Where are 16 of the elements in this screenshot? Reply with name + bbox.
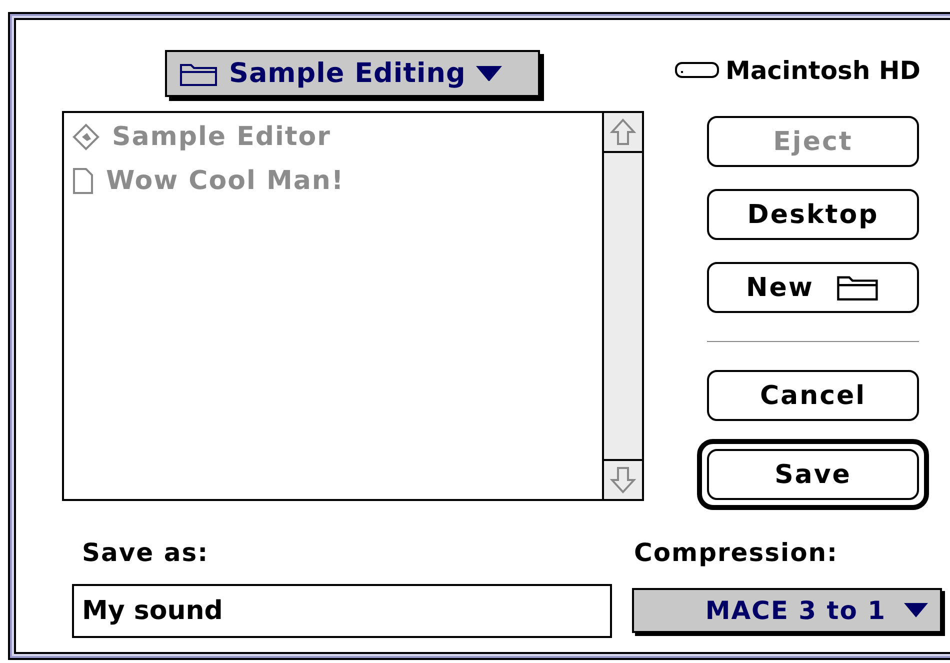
application-icon xyxy=(72,123,100,151)
dialog-button[interactable]: Save xyxy=(707,449,919,500)
dropdown-caret-icon xyxy=(904,603,928,618)
save-as-label: Save as: xyxy=(81,538,210,569)
down-arrow-icon[interactable] xyxy=(610,466,636,494)
file-name-field[interactable]: My sound xyxy=(72,584,612,638)
disk-name: Macintosh HD xyxy=(725,56,921,84)
up-arrow-icon[interactable] xyxy=(610,118,636,146)
new-folder-button[interactable]: New xyxy=(707,262,919,313)
document-icon xyxy=(72,167,94,195)
compression-popup[interactable]: MACE 3 to 1 xyxy=(632,588,942,633)
dropdown-caret-icon xyxy=(476,66,502,82)
dialog-button[interactable]: Desktop xyxy=(707,189,919,240)
dialog-button[interactable]: Cancel xyxy=(707,370,919,421)
scroll-bar[interactable] xyxy=(602,113,642,499)
compression-label: Compression: xyxy=(633,538,840,569)
